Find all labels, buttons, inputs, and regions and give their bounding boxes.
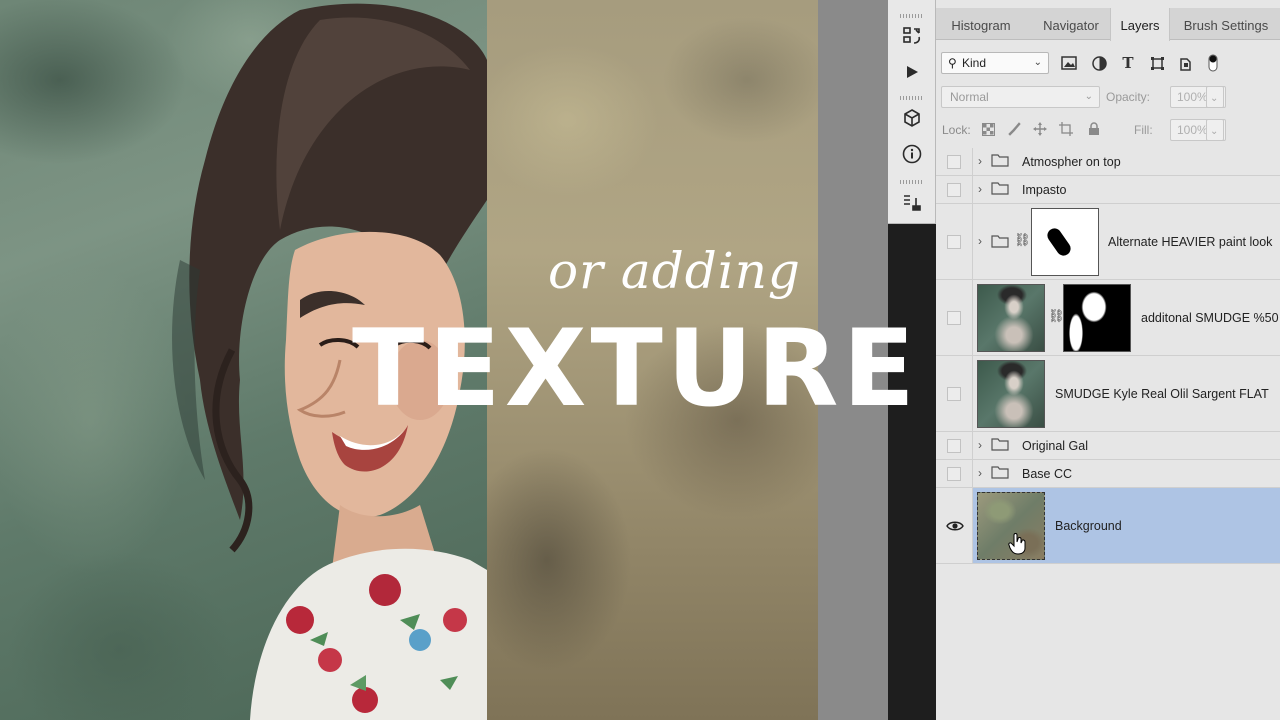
play-action-icon[interactable] bbox=[898, 58, 926, 86]
visibility-toggle[interactable] bbox=[947, 183, 961, 197]
image-filter-icon[interactable] bbox=[1060, 54, 1078, 72]
layer-mask-thumbnail[interactable] bbox=[1063, 284, 1131, 352]
chevron-right-icon[interactable]: › bbox=[978, 234, 982, 248]
folder-icon bbox=[991, 182, 1009, 195]
chevron-right-icon[interactable]: › bbox=[978, 182, 982, 196]
tab-brush-settings[interactable]: Brush Settings bbox=[1172, 8, 1280, 40]
chevron-down-icon: ⌄ bbox=[1033, 57, 1042, 68]
tab-histogram[interactable]: Histogram bbox=[936, 8, 1026, 40]
properties-icon[interactable] bbox=[898, 188, 926, 216]
lock-paint-icon[interactable] bbox=[1006, 121, 1022, 137]
chevron-right-icon[interactable]: › bbox=[978, 154, 982, 168]
layer-name: additonal SMUDGE %50 bbox=[1141, 311, 1279, 325]
layer-row[interactable]: › Atmospher on top bbox=[936, 148, 1280, 176]
tab-layers[interactable]: Layers bbox=[1110, 8, 1170, 41]
panel-grip[interactable] bbox=[900, 14, 922, 18]
link-icon[interactable]: ⛓ bbox=[1014, 232, 1031, 248]
layer-row[interactable]: › Impasto bbox=[936, 176, 1280, 204]
info-icon[interactable] bbox=[898, 140, 926, 168]
3d-icon[interactable] bbox=[898, 104, 926, 132]
visibility-toggle[interactable] bbox=[947, 467, 961, 481]
history-icon[interactable] bbox=[898, 22, 926, 50]
lock-label: Lock: bbox=[942, 123, 971, 137]
blend-mode-select[interactable]: Normal ⌄ bbox=[941, 86, 1100, 108]
chevron-down-icon: ⌄ bbox=[1084, 91, 1093, 102]
layer-row-selected[interactable]: Background bbox=[936, 488, 1280, 564]
filter-kind-select[interactable]: ⚲ Kind ⌄ bbox=[941, 52, 1049, 74]
shape-filter-icon[interactable] bbox=[1148, 54, 1166, 72]
layer-row[interactable]: › ⛓ Alternate HEAVIER paint look bbox=[936, 204, 1280, 280]
chevron-right-icon[interactable]: › bbox=[978, 438, 982, 452]
visibility-toggle[interactable] bbox=[947, 155, 961, 169]
panel-grip[interactable] bbox=[900, 180, 922, 184]
folder-icon bbox=[991, 466, 1009, 479]
lock-artboard-icon[interactable] bbox=[1058, 121, 1074, 137]
layer-row[interactable]: › Original Gal bbox=[936, 432, 1280, 460]
layer-mask-thumbnail[interactable] bbox=[1031, 208, 1099, 276]
opacity-label: Opacity: bbox=[1106, 90, 1151, 104]
folder-icon bbox=[991, 154, 1009, 167]
smart-object-filter-icon[interactable] bbox=[1177, 54, 1195, 72]
collapsed-panels-strip bbox=[888, 0, 936, 224]
fill-value: 100% bbox=[1177, 123, 1208, 137]
visibility-toggle[interactable] bbox=[947, 235, 961, 249]
blend-row: Normal ⌄ Opacity: 100% ⌄ bbox=[936, 84, 1280, 110]
visibility-toggle[interactable] bbox=[947, 311, 961, 325]
layer-row[interactable]: ⛓ additonal SMUDGE %50 bbox=[936, 280, 1280, 356]
fill-label: Fill: bbox=[1134, 123, 1153, 137]
layer-name: Impasto bbox=[1022, 183, 1067, 197]
hand-cursor-icon bbox=[1008, 533, 1026, 555]
layers-panel: Histogram Navigator Layers Brush Setting… bbox=[936, 0, 1280, 720]
opacity-value: 100% bbox=[1177, 90, 1208, 104]
layer-name: Atmospher on top bbox=[1022, 155, 1121, 169]
chevron-right-icon[interactable]: › bbox=[978, 466, 982, 480]
layer-name: SMUDGE Kyle Real Olil Sargent FLAT bbox=[1055, 387, 1269, 401]
adjustment-filter-icon[interactable] bbox=[1090, 54, 1108, 72]
layer-row[interactable]: › Base CC bbox=[936, 460, 1280, 488]
visibility-toggle[interactable] bbox=[947, 439, 961, 453]
blend-mode-value: Normal bbox=[950, 90, 989, 104]
layer-thumbnail[interactable] bbox=[977, 284, 1045, 352]
search-icon: ⚲ bbox=[948, 56, 957, 70]
tab-navigator[interactable]: Navigator bbox=[1026, 8, 1116, 40]
lock-move-icon[interactable] bbox=[1032, 121, 1048, 137]
layer-filter-row: ⚲ Kind ⌄ T bbox=[936, 46, 1280, 80]
layer-name: Background bbox=[1055, 519, 1122, 533]
folder-icon bbox=[991, 438, 1009, 451]
type-filter-icon[interactable]: T bbox=[1119, 54, 1137, 72]
panel-tabs: Histogram Navigator Layers Brush Setting… bbox=[936, 8, 1280, 41]
layer-name: Alternate HEAVIER paint look bbox=[1108, 235, 1273, 249]
mask-brush-stroke bbox=[1044, 225, 1074, 259]
layer-thumbnail[interactable] bbox=[977, 360, 1045, 428]
layer-name: Original Gal bbox=[1022, 439, 1088, 453]
overlay-subtitle: or adding bbox=[548, 242, 801, 300]
folder-icon bbox=[991, 235, 1009, 248]
layer-name: Base CC bbox=[1022, 467, 1073, 481]
filter-toggle-icon[interactable] bbox=[1204, 54, 1222, 72]
visibility-toggle[interactable] bbox=[947, 387, 961, 401]
opacity-dropdown[interactable]: ⌄ bbox=[1206, 86, 1224, 108]
overlay-headline: TEXTURE bbox=[352, 307, 919, 430]
filter-kind-label: Kind bbox=[962, 56, 987, 70]
lock-transparent-icon[interactable] bbox=[980, 121, 996, 137]
layer-thumbnail[interactable] bbox=[977, 492, 1045, 560]
panel-grip[interactable] bbox=[900, 96, 922, 100]
lock-row: Lock: Fill: 100% ⌄ bbox=[936, 117, 1280, 143]
eye-icon[interactable] bbox=[946, 520, 964, 532]
fill-dropdown[interactable]: ⌄ bbox=[1206, 119, 1224, 141]
layer-row[interactable]: SMUDGE Kyle Real Olil Sargent FLAT bbox=[936, 356, 1280, 432]
lock-all-icon[interactable] bbox=[1086, 121, 1102, 137]
chevron-down-icon: ⌄ bbox=[1210, 126, 1219, 137]
chevron-down-icon: ⌄ bbox=[1210, 93, 1219, 104]
